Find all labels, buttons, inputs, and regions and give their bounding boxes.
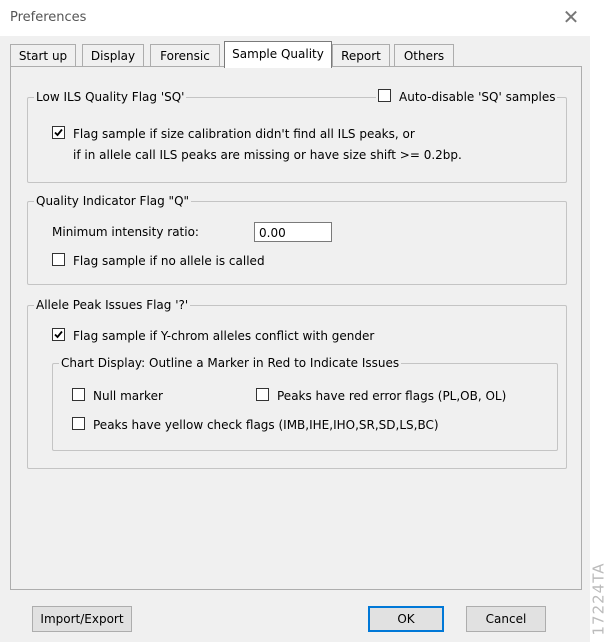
preferences-dialog: Preferences ✕ Start up Display Forensic … — [0, 0, 590, 642]
y-chrom-label: Flag sample if Y-chrom alleles conflict … — [73, 329, 375, 343]
flag-size-calibration-label: Flag sample if size calibration didn't f… — [73, 127, 415, 141]
auto-disable-option[interactable]: Auto-disable 'SQ' samples — [376, 89, 558, 105]
auto-disable-checkbox[interactable] — [378, 89, 391, 102]
allele-peak-legend: Allele Peak Issues Flag '?' — [34, 298, 191, 312]
sample-quality-page: Low ILS Quality Flag 'SQ' Auto-disable '… — [10, 66, 582, 590]
window-title: Preferences — [10, 10, 87, 25]
chart-display-group: Chart Display: Outline a Marker in Red t… — [52, 356, 558, 451]
yellow-flags-checkbox[interactable] — [72, 417, 85, 430]
tab-sample-quality[interactable]: Sample Quality — [224, 41, 332, 68]
red-flags-checkbox[interactable] — [256, 388, 269, 401]
yellow-flags-option[interactable]: Peaks have yellow check flags (IMB,IHE,I… — [72, 417, 439, 433]
cancel-button[interactable]: Cancel — [466, 606, 546, 632]
low-ils-legend: Low ILS Quality Flag 'SQ' — [34, 90, 187, 104]
null-marker-label: Null marker — [93, 389, 163, 403]
auto-disable-label: Auto-disable 'SQ' samples — [399, 90, 556, 104]
y-chrom-option[interactable]: Flag sample if Y-chrom alleles conflict … — [52, 328, 374, 344]
quality-indicator-group: Quality Indicator Flag "Q" Minimum inten… — [27, 194, 567, 285]
figure-id-watermark: 17224TA — [589, 560, 612, 642]
tab-forensic[interactable]: Forensic — [150, 44, 220, 67]
yellow-flags-label: Peaks have yellow check flags (IMB,IHE,I… — [93, 418, 439, 432]
min-intensity-input[interactable]: 0.00 — [254, 222, 332, 242]
no-allele-checkbox[interactable] — [52, 253, 65, 266]
low-ils-group: Low ILS Quality Flag 'SQ' Auto-disable '… — [27, 89, 567, 183]
min-intensity-label: Minimum intensity ratio: — [52, 225, 199, 239]
flag-size-calibration-option[interactable]: Flag sample if size calibration didn't f… — [52, 126, 415, 142]
chart-display-legend: Chart Display: Outline a Marker in Red t… — [59, 356, 402, 370]
tab-start-up[interactable]: Start up — [10, 44, 76, 67]
tab-display[interactable]: Display — [82, 44, 144, 67]
import-export-button[interactable]: Import/Export — [32, 606, 132, 632]
ok-button[interactable]: OK — [368, 606, 444, 632]
close-icon[interactable]: ✕ — [560, 6, 582, 28]
red-flags-label: Peaks have red error flags (PL,OB, OL) — [277, 389, 507, 403]
flag-size-calibration-checkbox[interactable] — [52, 126, 65, 139]
tab-others[interactable]: Others — [394, 44, 454, 67]
red-flags-option[interactable]: Peaks have red error flags (PL,OB, OL) — [256, 388, 506, 404]
tab-report[interactable]: Report — [332, 44, 390, 67]
figure-id-text: 17224TA — [589, 562, 608, 636]
null-marker-option[interactable]: Null marker — [72, 388, 163, 404]
title-bar: Preferences ✕ — [0, 0, 590, 36]
allele-peak-group: Allele Peak Issues Flag '?' Flag sample … — [27, 298, 567, 469]
null-marker-checkbox[interactable] — [72, 388, 85, 401]
y-chrom-checkbox[interactable] — [52, 328, 65, 341]
no-allele-option[interactable]: Flag sample if no allele is called — [52, 253, 265, 269]
no-allele-label: Flag sample if no allele is called — [73, 254, 265, 268]
flag-size-calibration-line2: if in allele call ILS peaks are missing … — [73, 148, 462, 162]
quality-indicator-legend: Quality Indicator Flag "Q" — [34, 194, 192, 208]
